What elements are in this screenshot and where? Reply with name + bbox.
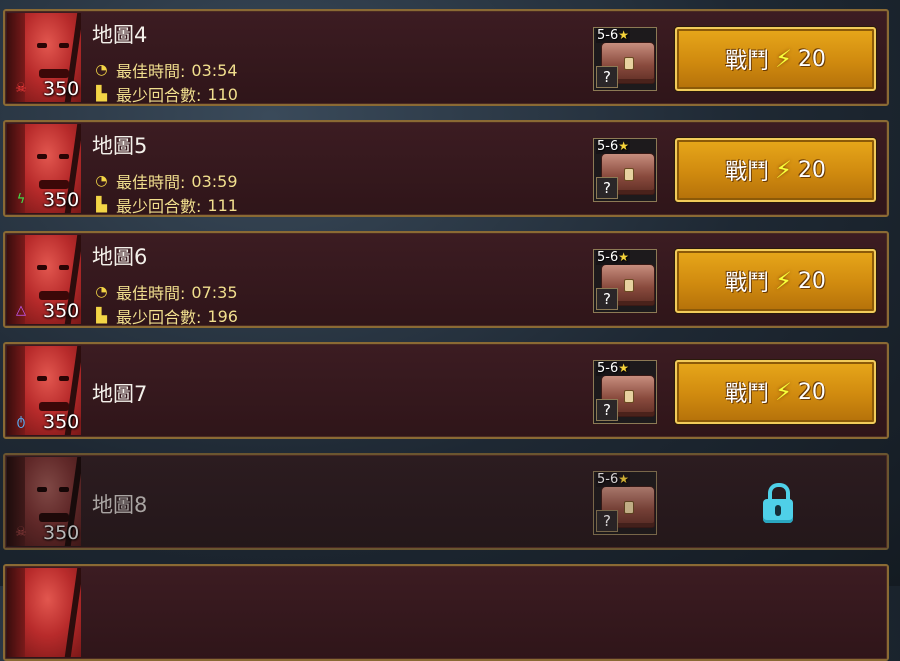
min-turns: ▙ 最少回合數: 196 xyxy=(93,304,238,328)
min-turns-value: 111 xyxy=(207,195,238,215)
stage-row-locked[interactable]: ☠ 350 地圖8 5-6★ ? xyxy=(3,453,889,550)
boss-power: 350 xyxy=(43,522,80,544)
reward-tier: 5-6★ xyxy=(596,139,630,154)
best-time-value: 03:54 xyxy=(191,60,238,80)
boss-portrait: ტ 350 xyxy=(7,346,81,435)
reward-unknown-icon: ? xyxy=(596,510,618,532)
clock-icon: ◔ xyxy=(95,173,108,189)
boss-portrait: △ 350 xyxy=(7,235,81,324)
star-icon: ★ xyxy=(618,250,629,264)
battle-label: 戰鬥 xyxy=(725,160,770,185)
star-icon: ★ xyxy=(618,472,629,486)
energy-icon: ⚡ xyxy=(775,45,792,73)
star-icon: ★ xyxy=(618,361,629,375)
star-icon: ★ xyxy=(618,28,629,42)
skull-icon: ☠ xyxy=(15,524,27,540)
reward-unknown-icon: ? xyxy=(596,288,618,310)
reward-chest[interactable]: 5-6★ ? xyxy=(593,471,657,535)
best-time: ◔ 最佳時間: 03:54 xyxy=(93,58,238,82)
battle-button[interactable]: 戰鬥 ⚡ 20 xyxy=(675,27,876,91)
reward-tier: 5-6★ xyxy=(596,250,630,265)
best-time-label: 最佳時間: xyxy=(116,62,186,81)
stage-row[interactable]: ☠ 350 地圖4 ◔ 最佳時間: 03:54 ▙ 最少回合數: 110 5-6… xyxy=(3,9,889,106)
boss-power: 350 xyxy=(43,411,80,433)
energy-icon: ⚡ xyxy=(775,267,792,295)
stage-list: ☠ 350 地圖4 ◔ 最佳時間: 03:54 ▙ 最少回合數: 110 5-6… xyxy=(0,0,900,661)
best-time: ◔ 最佳時間: 07:35 xyxy=(93,280,238,304)
reward-tier: 5-6★ xyxy=(596,361,630,376)
clock-icon: ◔ xyxy=(95,62,108,78)
padlock-icon xyxy=(763,483,793,525)
stage-title: 地圖8 xyxy=(92,493,148,517)
reward-chest[interactable]: 5-6★ ? xyxy=(593,249,657,313)
boss-power: 350 xyxy=(43,189,80,211)
boss-portrait: ☠ 350 xyxy=(7,457,81,546)
best-time-label: 最佳時間: xyxy=(116,173,186,192)
reward-unknown-icon: ? xyxy=(596,399,618,421)
min-turns: ▙ 最少回合數: 110 xyxy=(93,82,238,106)
swirl-icon: ტ xyxy=(16,413,26,429)
boss-power: 350 xyxy=(43,300,80,322)
skull-icon: ☠ xyxy=(15,80,27,96)
stage-row[interactable]: ϟ 350 地圖5 ◔ 最佳時間: 03:59 ▙ 最少回合數: 111 5-6… xyxy=(3,120,889,217)
boss-portrait xyxy=(7,568,81,657)
stage-row[interactable]: △ 350 地圖6 ◔ 最佳時間: 07:35 ▙ 最少回合數: 196 5-6… xyxy=(3,231,889,328)
best-time: ◔ 最佳時間: 03:59 xyxy=(93,169,238,193)
stage-row[interactable]: ტ 350 地圖7 5-6★ ? 戰鬥 ⚡ 20 xyxy=(3,342,889,439)
reward-unknown-icon: ? xyxy=(596,177,618,199)
battle-label: 戰鬥 xyxy=(725,271,770,296)
battle-button[interactable]: 戰鬥 ⚡ 20 xyxy=(675,360,876,424)
energy-cost: 20 xyxy=(797,46,826,72)
triangle-icon: △ xyxy=(16,302,26,318)
clock-icon: ◔ xyxy=(95,284,108,300)
battle-label: 戰鬥 xyxy=(725,49,770,74)
energy-icon: ⚡ xyxy=(775,156,792,184)
battle-label: 戰鬥 xyxy=(725,382,770,407)
reward-unknown-icon: ? xyxy=(596,66,618,88)
boot-icon: ▙ xyxy=(96,308,107,324)
energy-icon: ⚡ xyxy=(775,378,792,406)
boot-icon: ▙ xyxy=(96,86,107,102)
energy-cost: 20 xyxy=(797,379,826,405)
min-turns-label: 最少回合數: xyxy=(116,308,202,327)
stage-title: 地圖6 xyxy=(92,245,148,269)
energy-cost: 20 xyxy=(797,268,826,294)
min-turns-label: 最少回合數: xyxy=(116,86,202,105)
reward-chest[interactable]: 5-6★ ? xyxy=(593,360,657,424)
stage-row-partial[interactable] xyxy=(3,564,889,661)
reward-chest[interactable]: 5-6★ ? xyxy=(593,27,657,91)
star-icon: ★ xyxy=(618,139,629,153)
boss-portrait: ☠ 350 xyxy=(7,13,81,102)
battle-button[interactable]: 戰鬥 ⚡ 20 xyxy=(675,249,876,313)
stage-title: 地圖7 xyxy=(92,382,148,406)
energy-cost: 20 xyxy=(797,157,826,183)
battle-button[interactable]: 戰鬥 ⚡ 20 xyxy=(675,138,876,202)
bolt-icon: ϟ xyxy=(16,191,26,207)
boss-power: 350 xyxy=(43,78,80,100)
boot-icon: ▙ xyxy=(96,197,107,213)
min-turns-value: 196 xyxy=(207,306,238,326)
min-turns-label: 最少回合數: xyxy=(116,197,202,216)
stage-title: 地圖5 xyxy=(92,134,148,158)
min-turns: ▙ 最少回合數: 111 xyxy=(93,193,238,217)
reward-chest[interactable]: 5-6★ ? xyxy=(593,138,657,202)
best-time-label: 最佳時間: xyxy=(116,284,186,303)
best-time-value: 07:35 xyxy=(191,282,238,302)
best-time-value: 03:59 xyxy=(191,171,238,191)
stage-title: 地圖4 xyxy=(92,23,148,47)
reward-tier: 5-6★ xyxy=(596,28,630,43)
boss-portrait: ϟ 350 xyxy=(7,124,81,213)
reward-tier: 5-6★ xyxy=(596,472,630,487)
min-turns-value: 110 xyxy=(207,84,238,104)
